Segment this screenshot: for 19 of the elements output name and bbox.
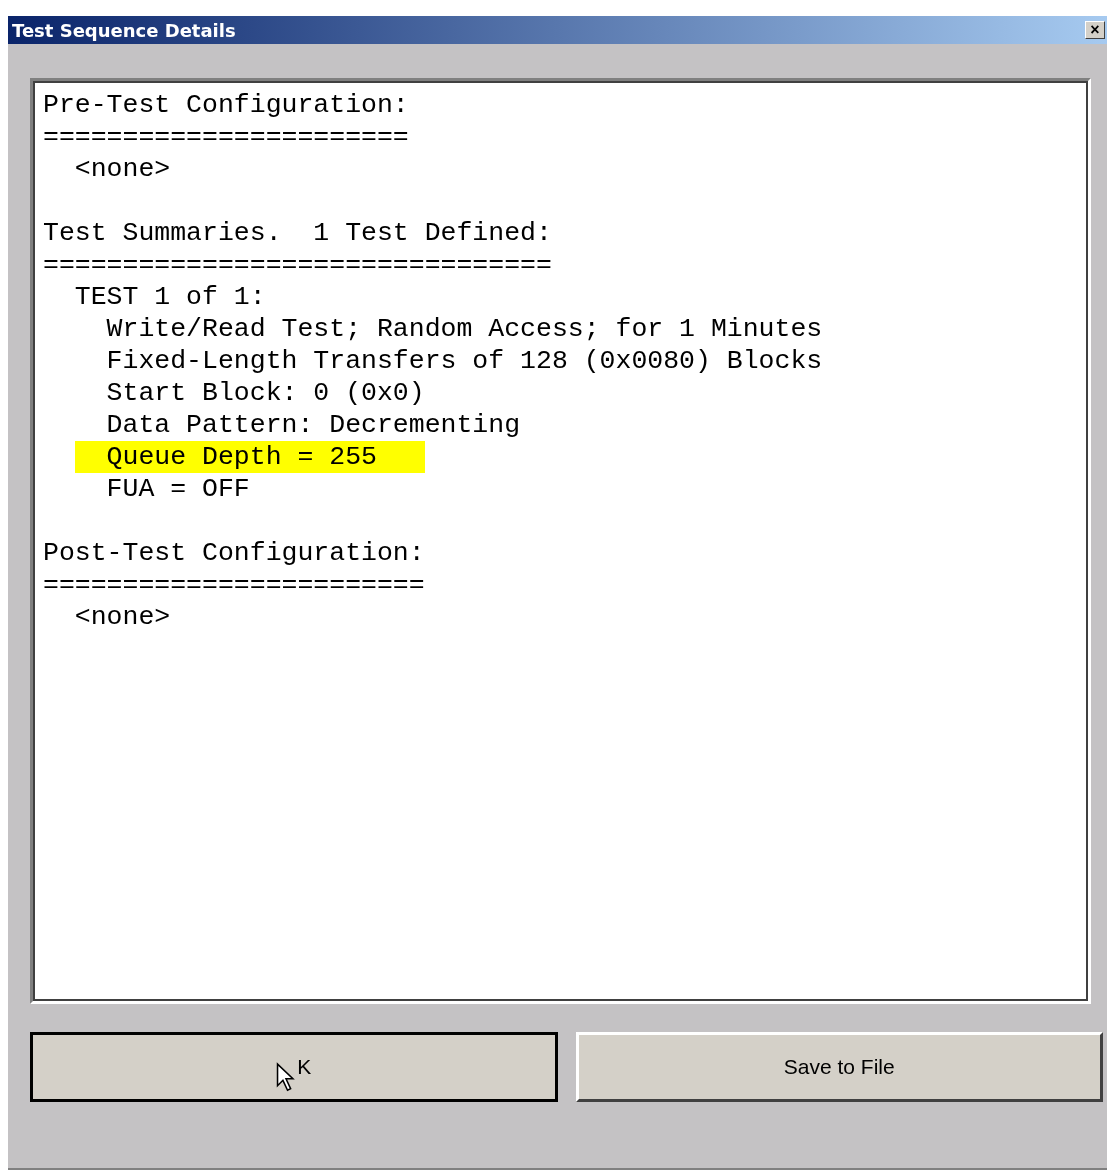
report-line: FUA = OFF	[105, 474, 250, 504]
report-line: <none>	[73, 602, 171, 632]
mouse-pointer-icon	[276, 1062, 297, 1094]
report-line: Write/Read Test; Random Access; for 1 Minutes	[105, 314, 823, 344]
heading-rule: =======================	[43, 121, 410, 153]
report-line: TEST 1 of 1:	[73, 282, 266, 312]
section-heading: Test Summaries. 1 Test Defined:	[43, 217, 553, 249]
window-title: Test Sequence Details	[12, 18, 236, 43]
section-heading: Post-Test Configuration:	[43, 537, 426, 569]
close-button[interactable]: ×	[1085, 21, 1105, 39]
report-line: Fixed-Length Transfers of 128 (0x0080) Blocks	[105, 346, 823, 376]
dialog-button[interactable]: Save to File	[575, 1032, 1103, 1102]
report-line: <none>	[73, 154, 171, 184]
heading-rule: ================================	[43, 249, 553, 281]
dialog-button[interactable]: K	[30, 1032, 558, 1102]
section-heading: Pre-Test Configuration:	[43, 89, 410, 121]
report-line: Data Pattern: Decrementing	[105, 410, 521, 440]
report-line: Start Block: 0 (0x0)	[105, 378, 425, 408]
heading-rule: ========================	[43, 569, 426, 601]
